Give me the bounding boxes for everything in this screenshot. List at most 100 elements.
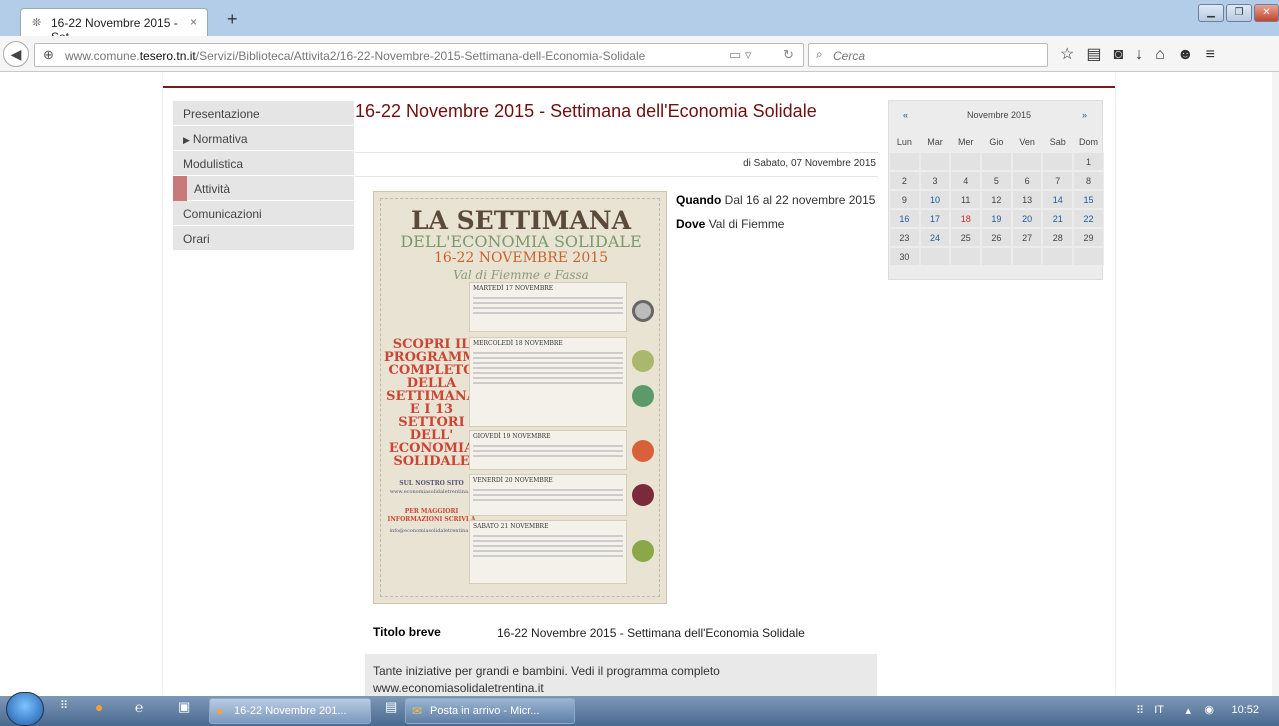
search-icon: ⌕ [816, 47, 823, 61]
weekday-label: Sab [1049, 137, 1066, 147]
poster-site-label: SUL NOSTRO SITO [399, 480, 464, 487]
calendar-day[interactable]: 15 [1073, 190, 1104, 209]
ie-quicklaunch-icon[interactable]: ℮ [135, 699, 143, 723]
calendar-day[interactable]: 17 [919, 209, 951, 228]
menu-item-modulistica[interactable]: Modulistica [173, 151, 354, 176]
poster-info-label: PER MAGGIORI INFORMAZIONI SCRIVI A [387, 508, 476, 523]
calendar-day: 23 [889, 228, 920, 247]
quicklaunch-icon[interactable]: ▣ [178, 699, 190, 723]
poster-site-url: www.economiasolidaletrentina.it [389, 489, 474, 495]
bookmarks-list-icon[interactable]: ▤ [1086, 46, 1113, 63]
poster-day-title: VENERDÌ 20 NOVEMBRE [473, 477, 553, 484]
menu-item-orari[interactable]: Orari [173, 226, 354, 251]
calendar-grid: Lun Mar Mer Gio Ven Sab Dom 1 2 3 4 5 6 7 8 9 10 11 12 13 14… [889, 133, 1104, 266]
tab-close-icon[interactable]: × [190, 15, 197, 29]
weekday-label: Gio [989, 137, 1004, 147]
calendar-day[interactable]: 21 [1042, 209, 1074, 228]
menu-item-presentazione[interactable]: Presentazione [173, 101, 354, 126]
menu-item-label: Comunicazioni [183, 207, 262, 221]
header-divider [163, 86, 1115, 88]
reader-view-icon[interactable]: ▭ ▿ [729, 47, 751, 63]
taskbar-outlook-window[interactable]: ✉ Posta in arrivo - Micr... [405, 698, 575, 724]
calendar-empty-cell [981, 152, 1012, 171]
weekday-label: Mar [927, 137, 943, 147]
poster-day-title: GIOVEDÌ 19 NOVEMBRE [473, 433, 551, 440]
poster-hexagon-icon [632, 350, 654, 372]
calendar-day[interactable]: 16 [889, 209, 920, 228]
folder-quicklaunch-icon[interactable]: ▤ [385, 699, 397, 723]
calendar-next-button[interactable]: » [1082, 110, 1087, 120]
calendar-empty-cell [1042, 152, 1074, 171]
poster-hexagon-icon [632, 540, 654, 562]
weekday-label: Dom [1078, 137, 1098, 147]
firefox-quicklaunch-icon[interactable]: ● [95, 699, 103, 723]
calendar-day: 29 [1073, 228, 1104, 247]
menu-item-normativa[interactable]: ▶ Normativa [173, 126, 354, 151]
minimize-button[interactable]: ▁ [1198, 4, 1224, 22]
calendar-prev-button[interactable]: « [903, 110, 908, 120]
maximize-button[interactable]: ❐ [1226, 4, 1252, 22]
calendar-week-row: 16 17 18 19 20 21 22 [889, 209, 1104, 228]
calendar-month: Novembre 2015 [967, 110, 1032, 120]
new-tab-button[interactable]: + [227, 9, 238, 30]
home-icon[interactable]: ⌂ [1155, 46, 1177, 63]
calendar-empty-cell [1042, 247, 1074, 266]
taskbar-grip-icon: ⠿ [60, 700, 69, 712]
short-title-value: 16-22 Novembre 2015 - Settimana dell'Eco… [497, 626, 805, 640]
browser-tab[interactable]: ❊ 16-22 Novembre 2015 - Set... × [20, 8, 208, 44]
poster-hexagon-icon [632, 300, 654, 322]
bookmark-star-icon[interactable]: ☆ [1060, 46, 1086, 63]
url-input[interactable]: ⊕ www.comune.tesero.tn.it/Servizi/Biblio… [34, 43, 804, 67]
chat-icon[interactable]: ☻ [1177, 46, 1206, 63]
calendar-day[interactable]: 24 [919, 228, 951, 247]
event-poster-image[interactable]: LA SETTIMANA DELL'ECONOMIA SOLIDALE 16-2… [373, 191, 667, 604]
menu-item-label: Modulistica [183, 157, 244, 171]
calendar-empty-cell [1073, 247, 1104, 266]
calendar-day[interactable]: 19 [981, 209, 1012, 228]
taskbar-firefox-window[interactable]: ● 16-22 Novembre 201... [209, 698, 371, 724]
calendar-day: 7 [1042, 171, 1074, 190]
menu-icon[interactable]: ≡ [1206, 46, 1227, 63]
search-input[interactable]: ⌕ Cerca [808, 43, 1048, 67]
volume-icon[interactable]: ◉ [1204, 703, 1214, 716]
calendar-week-row: 23 24 25 26 27 28 29 [889, 228, 1104, 247]
calendar-weekdays: Lun Mar Mer Gio Ven Sab Dom [889, 133, 1104, 152]
calendar-day[interactable]: 22 [1073, 209, 1104, 228]
browser-navbar: ◀ ⊕ www.comune.tesero.tn.it/Servizi/Bibl… [0, 36, 1279, 72]
short-title-label: Titolo breve [373, 625, 441, 639]
calendar-day[interactable]: 18 [950, 209, 982, 228]
calendar-day[interactable]: 20 [1011, 209, 1043, 228]
page-scrollbar[interactable] [1272, 72, 1279, 696]
poster-left-text: SCOPRI IL PROGRAMMA COMPLETO DELLA SETTI… [384, 337, 487, 469]
menu-item-attivita[interactable]: Attività [173, 176, 354, 201]
when-value: Dal 16 al 22 novembre 2015 [724, 193, 876, 207]
calendar-day[interactable]: 14 [1042, 190, 1074, 209]
browser-titlebar: ❊ 16-22 Novembre 2015 - Set... × + ▁ ❐ ✕ [0, 0, 1279, 44]
calendar-empty-cell [950, 152, 982, 171]
event-where: Dove Val di Fiemme [676, 214, 881, 234]
close-window-button[interactable]: ✕ [1254, 4, 1279, 22]
calendar-day[interactable]: 10 [919, 190, 951, 209]
download-icon[interactable]: ↓ [1135, 46, 1155, 63]
calendar-day: 3 [919, 171, 951, 190]
tray-expand-icon[interactable]: ▴ [1185, 704, 1191, 717]
back-button[interactable]: ◀ [3, 41, 29, 67]
language-indicator[interactable]: IT [1154, 704, 1164, 716]
menu-item-comunicazioni[interactable]: Comunicazioni [173, 201, 354, 226]
event-when: Quando Dal 16 al 22 novembre 2015 [676, 190, 881, 210]
article-date: di Sabato, 07 Novembre 2015 [743, 158, 876, 169]
calendar-week-row: 9 10 11 12 13 14 15 [889, 190, 1104, 209]
side-menu: Presentazione ▶ Normativa Modulistica Att… [173, 101, 354, 251]
clock[interactable]: 10:52 [1231, 704, 1259, 716]
page-content: Presentazione ▶ Normativa Modulistica Att… [163, 72, 1115, 696]
poster-hexagon-icon [632, 385, 654, 407]
poster-day-block: MERCOLEDÌ 18 NOVEMBRE [469, 337, 627, 427]
pocket-icon[interactable]: ◙ [1113, 46, 1135, 63]
calendar-day: 9 [889, 190, 920, 209]
weekday-label: Ven [1019, 137, 1035, 147]
menu-item-label: Orari [183, 232, 210, 246]
start-button[interactable] [6, 692, 44, 726]
reload-icon[interactable]: ↻ [783, 47, 794, 63]
caret-right-icon: ▶ [183, 135, 190, 145]
calendar-day: 6 [1011, 171, 1043, 190]
